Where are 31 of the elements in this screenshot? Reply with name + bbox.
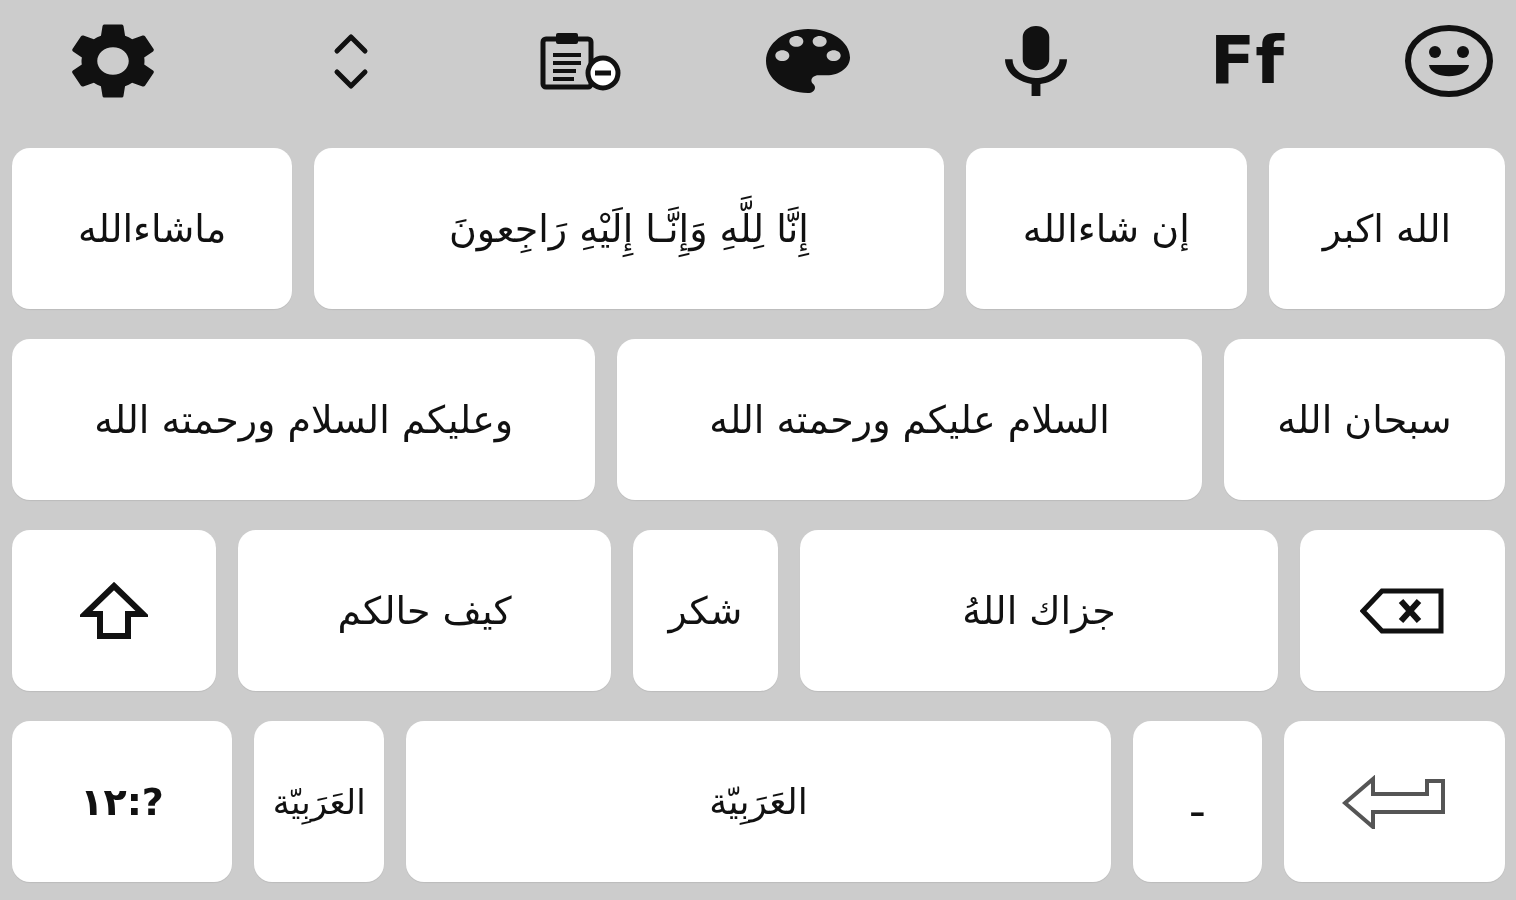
return-arrow-icon (1342, 774, 1447, 829)
enter-key[interactable] (1283, 721, 1505, 882)
microphone-icon (1005, 26, 1067, 96)
phrase-key[interactable]: السلام عليكم ورحمته الله (617, 339, 1202, 500)
clipboard-button[interactable] (540, 31, 622, 91)
phrase-key[interactable]: الله اكبر (1268, 148, 1505, 309)
font-button[interactable]: Ff (1210, 28, 1284, 94)
up-arrow-icon (80, 581, 149, 640)
backspace-key[interactable] (1299, 530, 1505, 691)
emoji-button[interactable] (1404, 24, 1494, 98)
voice-input-button[interactable] (1005, 26, 1067, 96)
phrase-key[interactable]: شكر (632, 530, 779, 691)
phrase-key[interactable]: وعليكم السلام ورحمته الله (12, 339, 596, 500)
language-key[interactable]: العَرَبِيّة (254, 721, 385, 882)
phrase-key[interactable]: جزاك اللهُ (800, 530, 1278, 691)
symbols-key[interactable]: ١٢:? (12, 721, 233, 882)
phrase-key[interactable]: ماشاءالله (12, 148, 293, 309)
smiley-icon (1404, 24, 1494, 98)
phrase-key[interactable]: كيف حالكم (238, 530, 611, 691)
character-key[interactable]: ـ (1132, 721, 1262, 882)
space-key[interactable]: العَرَبِيّة (406, 721, 1111, 882)
phrase-key[interactable]: إِنَّا لِلَّهِ وَإِنَّـا إِلَيْهِ رَاجِعونَ (314, 148, 944, 309)
clipboard-minus-icon (540, 31, 622, 91)
phrase-key[interactable]: سبحان الله (1223, 339, 1505, 500)
settings-button[interactable] (71, 24, 155, 98)
settings-icon (71, 24, 155, 98)
phrase-key[interactable]: إن شاءالله (965, 148, 1247, 309)
shift-key[interactable] (12, 530, 217, 691)
palette-icon (766, 29, 850, 93)
theme-button[interactable] (766, 29, 850, 93)
backspace-icon (1360, 587, 1445, 634)
